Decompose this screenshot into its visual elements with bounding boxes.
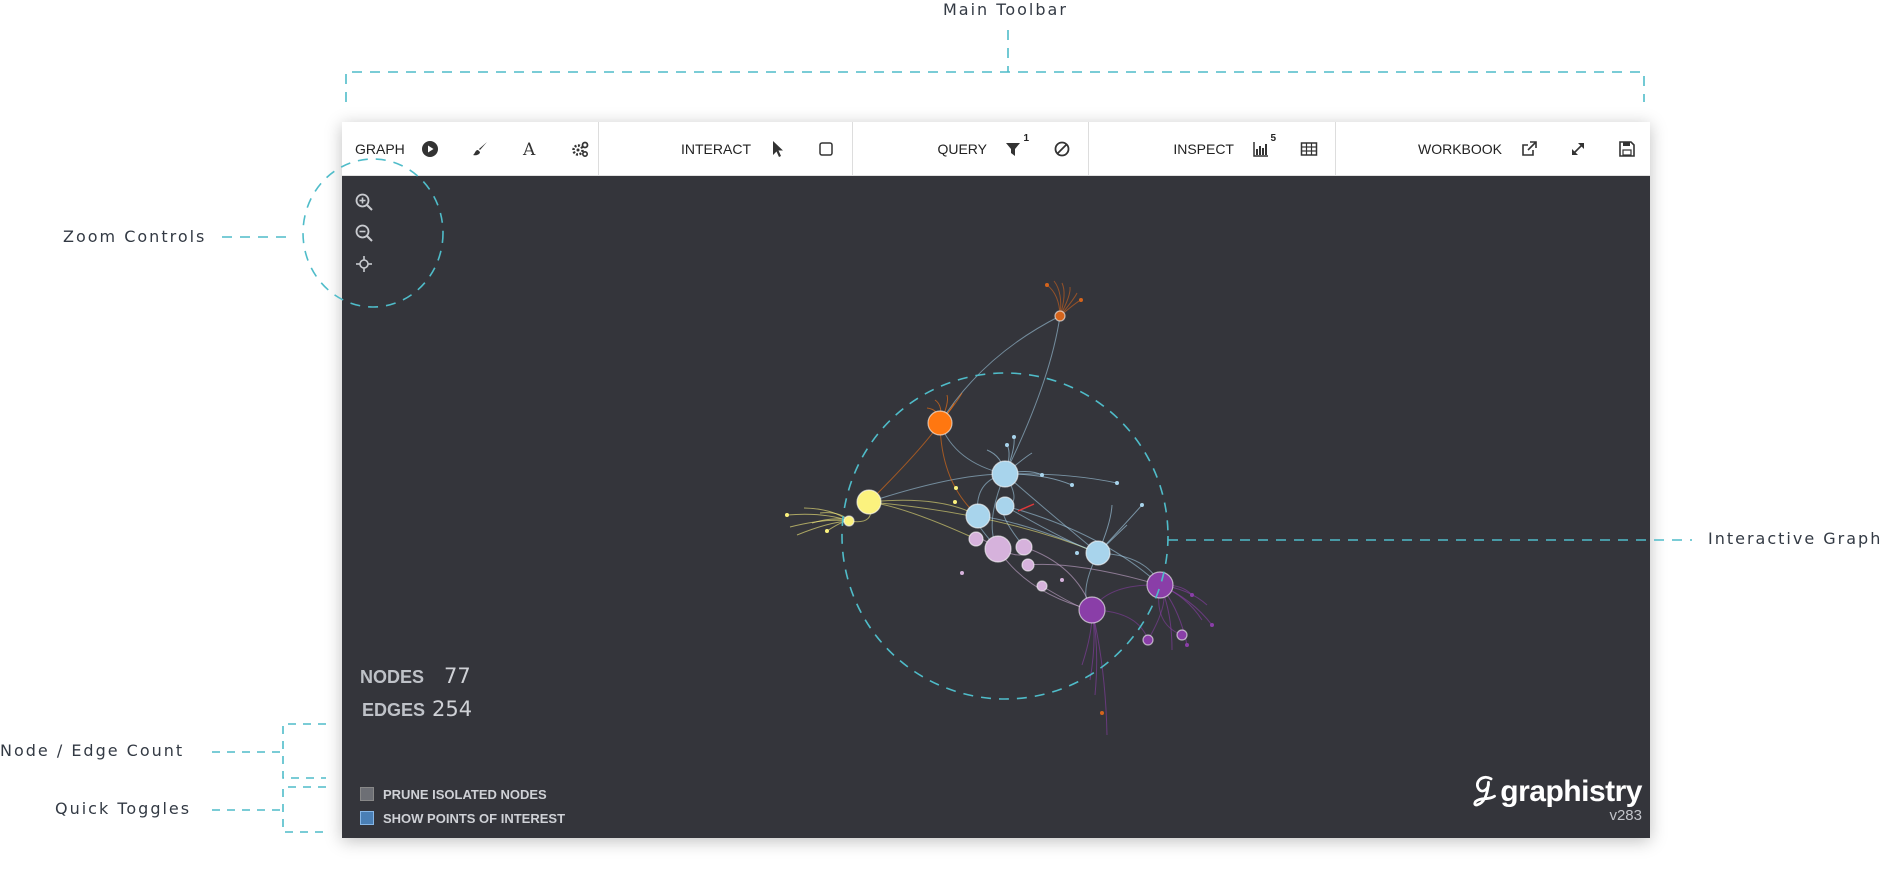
count-callout-bracket [212, 723, 326, 779]
graph-callout-leader [841, 372, 1692, 700]
toggles-callout-bracket [212, 786, 326, 833]
callout-overlay [212, 30, 1692, 833]
zoom-callout-leader [222, 158, 444, 308]
toolbar-bracket [345, 30, 1645, 102]
